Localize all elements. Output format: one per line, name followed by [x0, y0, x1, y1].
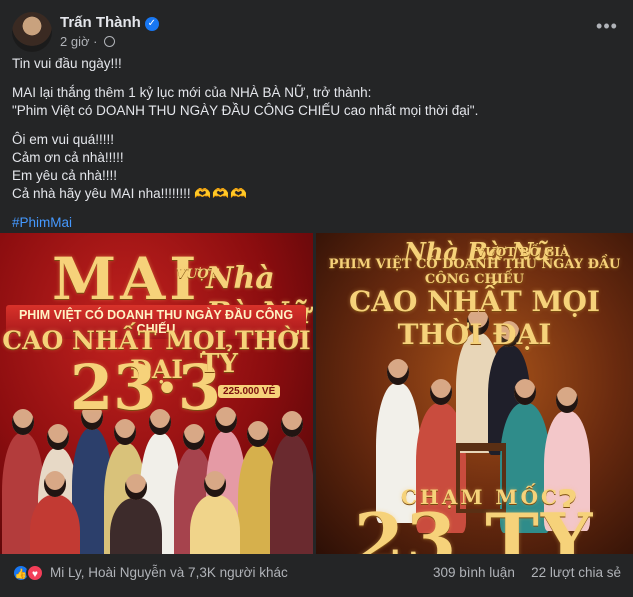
- body-line: MAI lại thắng thêm 1 kỷ lục mới của NHÀ …: [12, 85, 372, 100]
- poster-figure: [110, 474, 162, 554]
- poster-figure: [30, 471, 80, 554]
- hashtag-link[interactable]: #PhimMai: [12, 214, 621, 232]
- body-line-with-emoji: Cả nhà hãy yêu MAI nha!!!!!!!! 🫶🫶🫶: [12, 185, 621, 203]
- love-reaction-icon: ♥: [26, 564, 44, 582]
- avatar[interactable]: [12, 12, 52, 52]
- poster-image-right[interactable]: Nhà Bà Nữ VƯỢT BỐ GIÀ PHIM VIỆT CÓ DOANH…: [316, 233, 633, 554]
- poster-unit: TỶ: [200, 349, 238, 379]
- heart-hands-icon: 🫶🫶🫶: [194, 186, 248, 201]
- post-header: Trấn Thành ✓ 2 giờ · •••: [12, 12, 621, 52]
- poster-amount: 23·3: [70, 351, 222, 424]
- poster-tagline: PHIM VIỆT CÓ DOANH THU NGÀY ĐẦU CÔNG CHI…: [328, 257, 621, 287]
- post-card: Trấn Thành ✓ 2 giờ · ••• Tin vui đầu ngày…: [0, 0, 633, 597]
- more-options-icon[interactable]: •••: [593, 17, 621, 42]
- globe-icon: [104, 36, 116, 47]
- body-line: Cảm ơn cả nhà!!!!!: [12, 150, 124, 165]
- post-timestamp[interactable]: 2 giờ: [60, 34, 90, 49]
- shares-count[interactable]: 22 lượt chia sẻ: [531, 565, 621, 580]
- post-footer: 👍 ♥ Mi Ly, Hoài Nguyễn và 7,3K người khá…: [12, 563, 621, 583]
- poster-headline: CAO NHẤT MỌI THỜI ĐẠI: [349, 285, 600, 351]
- reactions-summary[interactable]: Mi Ly, Hoài Nguyễn và 7,3K người khác: [50, 565, 288, 580]
- reaction-icons[interactable]: 👍 ♥: [12, 564, 52, 582]
- meta-separator: ·: [93, 34, 98, 49]
- body-line: Em yêu cả nhà!!!!: [12, 168, 118, 183]
- author-name-text[interactable]: Trấn Thành: [60, 14, 141, 31]
- poster-tickets-badge: 225.000 VÉ: [218, 385, 281, 398]
- body-line: Ôi em vui quá!!!!!: [12, 132, 115, 147]
- post-meta: 2 giờ ·: [60, 34, 116, 49]
- body-line: Tin vui đầu ngày!!!: [12, 56, 122, 71]
- author-name[interactable]: Trấn Thành ✓: [60, 14, 159, 31]
- poster-figure: [270, 411, 313, 554]
- body-line: Cả nhà hãy yêu MAI nha!!!!!!!!: [12, 186, 195, 201]
- poster-image-left[interactable]: MAI VƯỢT Nhà Bà Nữ PHIM VIỆT CÓ DOANH TH…: [0, 233, 313, 554]
- comments-count[interactable]: 309 bình luận: [433, 565, 515, 580]
- body-line: "Phim Việt có DOANH THU NGÀY ĐẦU CÔNG CH…: [12, 103, 479, 118]
- post-body: Tin vui đầu ngày!!! MAI lại thắng thêm 1…: [12, 55, 621, 243]
- verified-badge-icon: ✓: [144, 17, 159, 31]
- poster-figure: [190, 471, 240, 554]
- post-media: MAI VƯỢT Nhà Bà Nữ PHIM VIỆT CÓ DOANH TH…: [0, 233, 633, 554]
- poster-amount: 23 TỶ: [354, 497, 595, 554]
